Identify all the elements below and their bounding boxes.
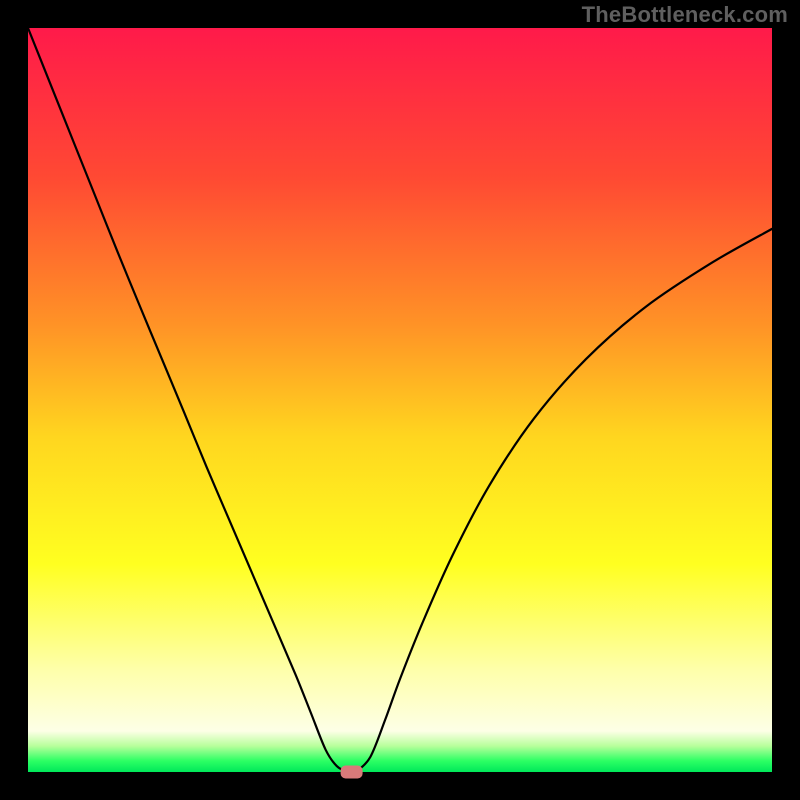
chart-frame: TheBottleneck.com	[0, 0, 800, 800]
bottleneck-chart	[0, 0, 800, 800]
optimum-marker	[341, 766, 363, 779]
plot-background	[28, 28, 772, 772]
